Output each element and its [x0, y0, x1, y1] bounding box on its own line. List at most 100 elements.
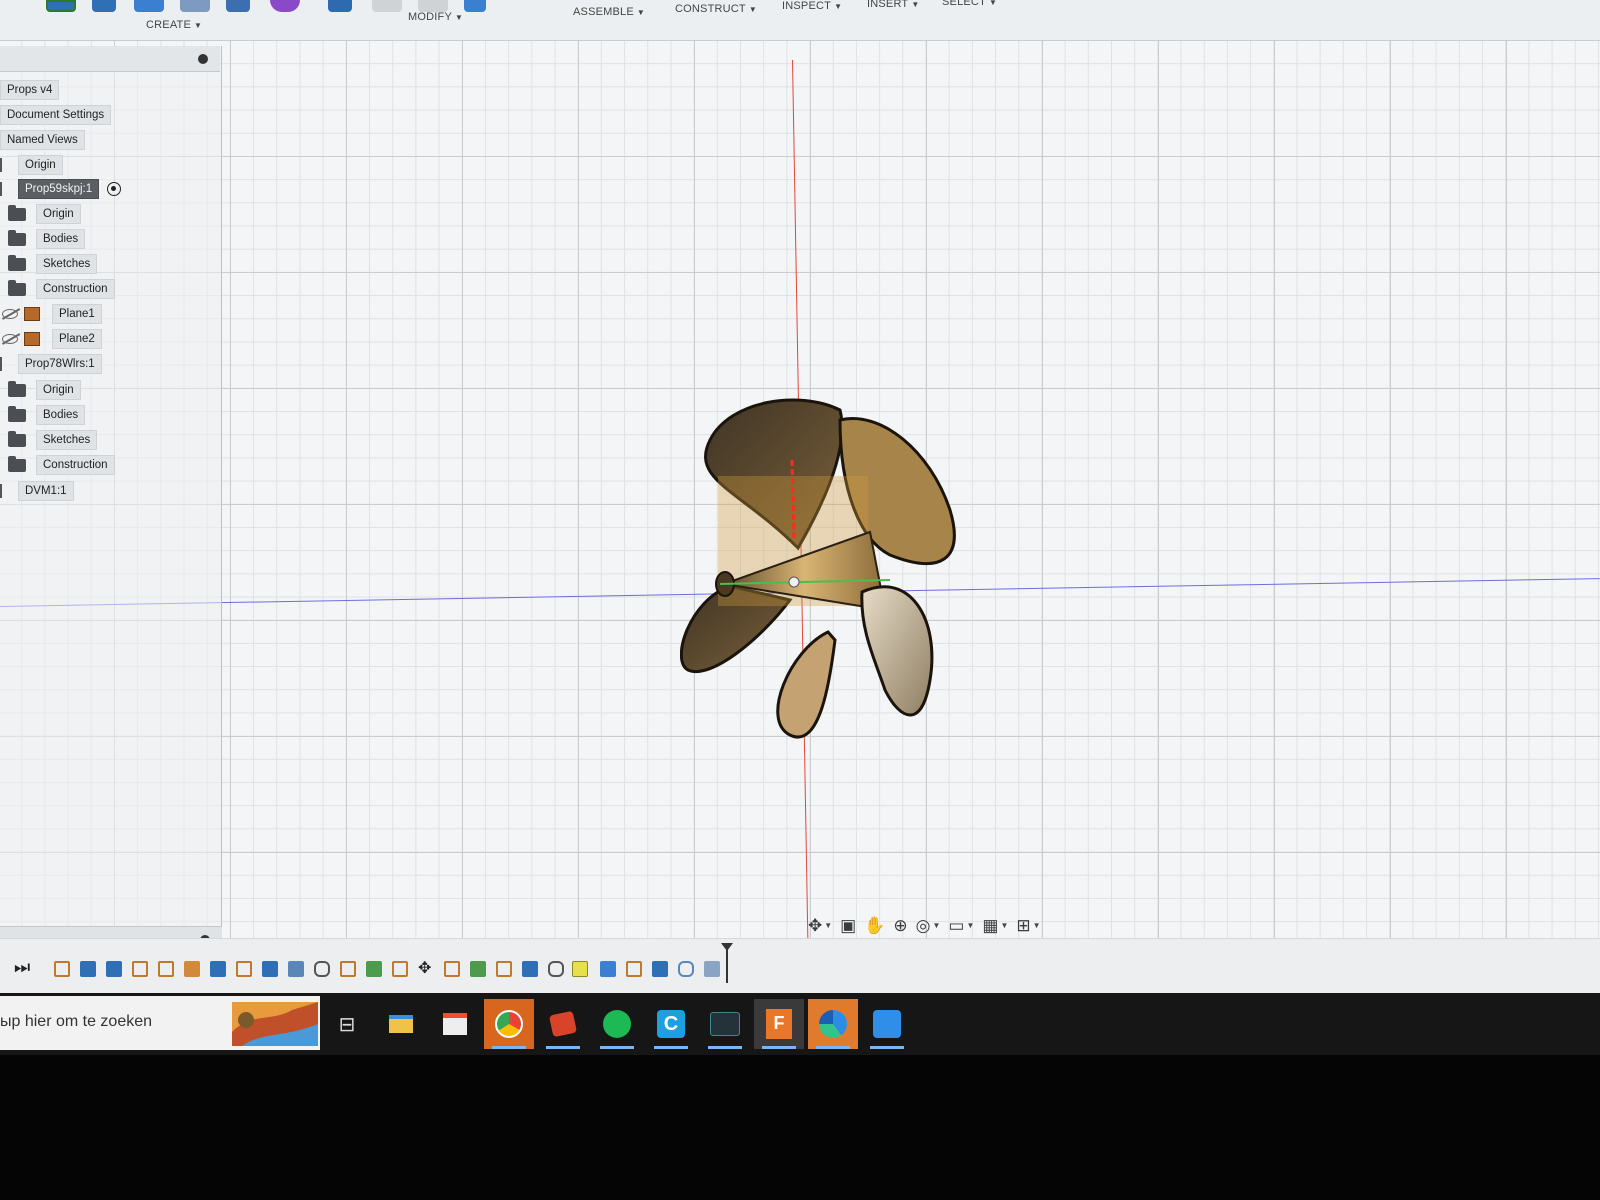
- play-to-end-icon[interactable]: ⏭: [14, 957, 30, 978]
- form-icon[interactable]: [270, 0, 300, 12]
- caret-icon[interactable]: ▼: [1033, 921, 1041, 930]
- store-button[interactable]: [430, 999, 480, 1049]
- display-settings-icon[interactable]: ▭: [948, 917, 964, 934]
- browser-header: [0, 46, 220, 72]
- pan-icon[interactable]: ✋: [864, 917, 885, 934]
- selected-feature-icon[interactable]: [572, 961, 588, 977]
- pattern-icon[interactable]: [226, 0, 250, 12]
- insert-menu[interactable]: INSERT ▼: [867, 0, 919, 10]
- extrude-icon[interactable]: [92, 0, 116, 12]
- timeline-marker[interactable]: [721, 943, 733, 983]
- zoom-icon[interactable]: ⊕: [893, 917, 907, 934]
- tree-item-document-settings[interactable]: Document Settings: [0, 104, 112, 126]
- spotify-button[interactable]: [592, 999, 642, 1049]
- file-explorer-button[interactable]: [376, 999, 426, 1049]
- sketch-feature-icon[interactable]: [158, 961, 174, 977]
- look-at-icon[interactable]: ▣: [840, 917, 856, 934]
- sketch-feature-icon[interactable]: [132, 961, 148, 977]
- grid-icon[interactable]: ▦: [982, 917, 998, 934]
- new-sketch-icon[interactable]: [46, 0, 76, 12]
- search-box[interactable]: ыp hier om te zoeken: [0, 996, 320, 1050]
- revolve-icon[interactable]: [134, 0, 164, 12]
- fillet-feature-icon[interactable]: [288, 961, 304, 977]
- sketch-feature-icon[interactable]: [54, 961, 70, 977]
- viewport-canvas[interactable]: [0, 40, 1600, 940]
- tree-item-document[interactable]: Props v4: [0, 79, 60, 101]
- create-menu[interactable]: CREATE ▼: [146, 19, 202, 31]
- tree-item-bodies[interactable]: Bodies: [8, 228, 86, 250]
- chrome-button[interactable]: [484, 999, 534, 1049]
- construct-label: CONSTRUCT: [675, 3, 746, 15]
- node-edge-icon: [0, 158, 6, 172]
- tree-item-plane2[interactable]: Plane2: [2, 328, 102, 350]
- modify-menu[interactable]: MODIFY ▼: [408, 11, 463, 23]
- tree-item-sketches[interactable]: Sketches: [8, 429, 98, 451]
- tree-label: Sketches: [36, 254, 98, 274]
- select-menu[interactable]: SELECT ▼: [942, 0, 997, 8]
- visibility-hidden-icon[interactable]: [2, 309, 18, 319]
- assemble-menu[interactable]: ASSEMBLE ▼: [573, 6, 645, 18]
- edge-button[interactable]: [808, 999, 858, 1049]
- zoom-window-icon[interactable]: ◎: [916, 917, 931, 934]
- tree-item-construction[interactable]: Construction: [8, 454, 115, 476]
- tree-item-construction[interactable]: Construction: [8, 278, 115, 300]
- app-c-button[interactable]: C: [646, 999, 696, 1049]
- extrude-feature-icon[interactable]: [652, 961, 668, 977]
- sketch-feature-icon[interactable]: [496, 961, 512, 977]
- app-dark-button[interactable]: [700, 999, 750, 1049]
- activate-component-icon[interactable]: [107, 182, 122, 196]
- extrude-feature-icon[interactable]: [522, 961, 538, 977]
- loft-feature-icon[interactable]: [106, 961, 122, 977]
- tree-item-sketches[interactable]: Sketches: [8, 253, 98, 275]
- loft-feature-icon[interactable]: [80, 961, 96, 977]
- shell-feature-icon[interactable]: [548, 961, 564, 977]
- extrude-feature-icon[interactable]: [262, 961, 278, 977]
- z-axis-indicator: [790, 459, 796, 539]
- hole-icon[interactable]: [180, 0, 210, 12]
- caret-icon[interactable]: ▼: [966, 921, 974, 930]
- origin-point[interactable]: [788, 576, 800, 588]
- tree-item-origin[interactable]: Origin: [8, 379, 81, 401]
- pin-icon[interactable]: [198, 54, 208, 64]
- sketch-feature-icon[interactable]: [626, 961, 642, 977]
- construct-menu[interactable]: CONSTRUCT ▼: [675, 3, 757, 15]
- tree-item-origin[interactable]: Origin: [0, 154, 63, 176]
- caret-icon[interactable]: ▼: [824, 921, 832, 930]
- create-label: CREATE: [146, 19, 192, 31]
- pattern-feature-icon[interactable]: [470, 961, 486, 977]
- pattern-feature-icon[interactable]: [366, 961, 382, 977]
- sketch-feature-icon[interactable]: [392, 961, 408, 977]
- component-feature-icon[interactable]: [704, 961, 720, 977]
- move-feature-icon[interactable]: ✥: [418, 961, 434, 977]
- inspect-menu[interactable]: INSPECT ▼: [782, 0, 842, 12]
- tree-item-component-dvm[interactable]: DVM1:1: [0, 480, 74, 502]
- combine-icon[interactable]: [464, 0, 486, 12]
- tree-item-component-prop78[interactable]: Prop78Wlrs:1: [0, 353, 102, 375]
- viewports-icon[interactable]: ⊞: [1016, 917, 1030, 934]
- fillet-feature-icon[interactable]: [678, 961, 694, 977]
- caret-icon[interactable]: ▼: [1000, 921, 1008, 930]
- sketch-feature-icon[interactable]: [444, 961, 460, 977]
- fusion-360-button[interactable]: F: [754, 999, 804, 1049]
- app-blue-button[interactable]: [862, 999, 912, 1049]
- tree-item-bodies[interactable]: Bodies: [8, 404, 86, 426]
- orbit-icon[interactable]: ✥: [808, 917, 822, 934]
- combine-feature-icon[interactable]: [600, 961, 616, 977]
- plane-feature-icon[interactable]: [184, 961, 200, 977]
- caret-icon[interactable]: ▼: [933, 921, 941, 930]
- task-view-button[interactable]: ⊟: [322, 999, 372, 1049]
- extrude-feature-icon[interactable]: [210, 961, 226, 977]
- app-red-button[interactable]: [538, 999, 588, 1049]
- tree-item-named-views[interactable]: Named Views: [0, 129, 85, 151]
- propeller-model[interactable]: [680, 360, 980, 740]
- tree-item-origin[interactable]: Origin: [8, 203, 81, 225]
- folder-icon: [8, 254, 26, 271]
- sketch-feature-icon[interactable]: [236, 961, 252, 977]
- tree-item-component-prop59[interactable]: Prop59skpj:1: [0, 178, 122, 200]
- fillet-icon[interactable]: [372, 0, 402, 12]
- sketch-feature-icon[interactable]: [340, 961, 356, 977]
- press-pull-icon[interactable]: [328, 0, 352, 12]
- shell-feature-icon[interactable]: [314, 961, 330, 977]
- visibility-hidden-icon[interactable]: [2, 334, 18, 344]
- tree-item-plane1[interactable]: Plane1: [2, 303, 102, 325]
